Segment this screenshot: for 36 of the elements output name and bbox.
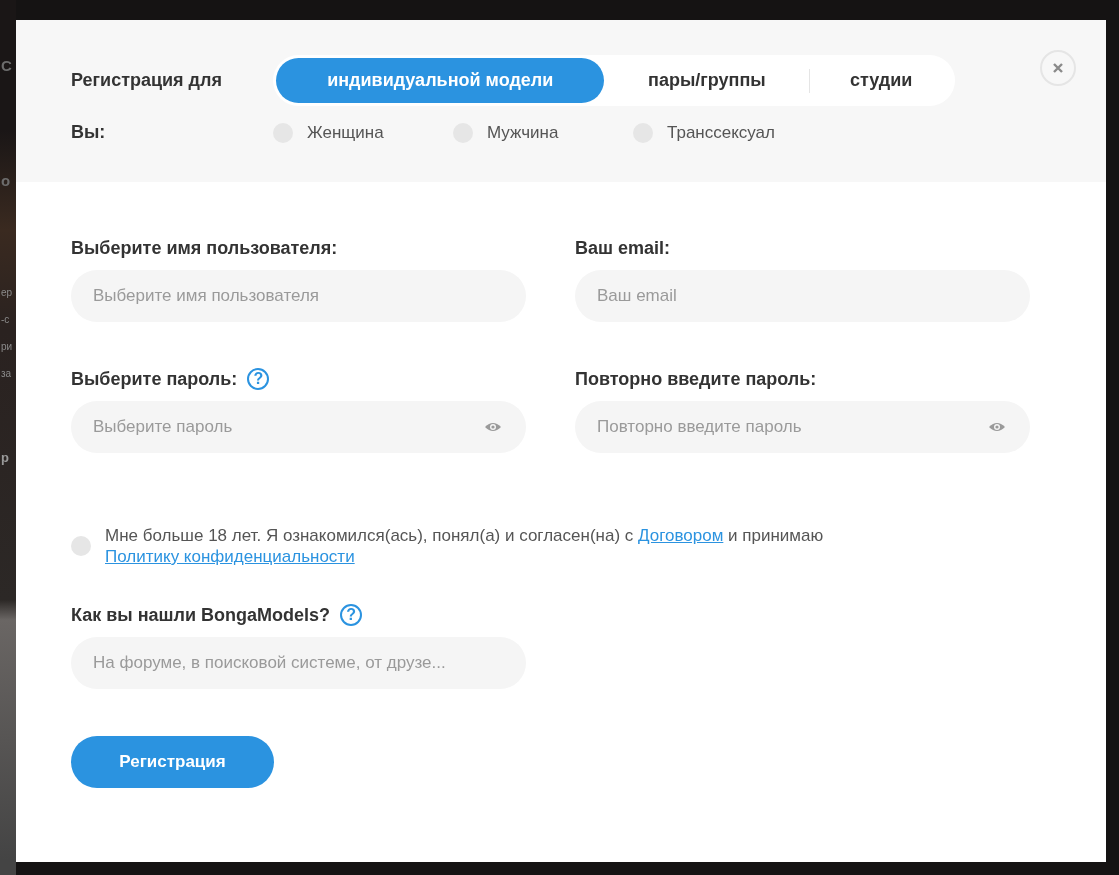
field-label: Регистрация для [71,70,223,91]
field-label: Вы: [71,122,107,143]
eye-icon[interactable] [988,420,1006,434]
input-field[interactable]: Повторно введите пароль [575,401,1030,453]
radio-label[interactable]: Транссексуал [667,122,775,143]
background-text: ри [1,342,14,352]
tab[interactable]: пары/группы [604,58,810,103]
background-text: за [1,369,13,379]
field-label: Как вы нашли BongaModels? [71,604,331,626]
input-field[interactable]: Ваш email [575,270,1030,322]
background-text: о [1,173,12,188]
help-button[interactable]: ? [340,604,363,626]
tab[interactable]: студии [810,58,952,103]
background-text: С [1,58,13,73]
link[interactable]: Политику конфиденциальности [105,547,355,566]
checkbox[interactable] [71,536,91,556]
input-field[interactable]: На форуме, в поисковой системе, от друзе... [71,637,526,689]
tab[interactable]: индивидуальной модели [276,58,605,103]
agreement-text: Мне больше 18 лет. Я ознакомился(ась), понял(а) и согласен(на) с Договором и принимаю Политику конфиденциальности [105,525,825,567]
close-button[interactable] [1040,50,1076,86]
input-field[interactable]: Выберите пароль [71,401,526,453]
field-label: Ваш email: [575,237,671,259]
radio-label[interactable]: Женщина [307,122,384,143]
background-text: р [1,451,10,464]
input-field[interactable]: Выберите имя пользователя [71,270,526,322]
background-text: ер [1,288,14,298]
field-label: Повторно введите пароль: [575,368,817,390]
register-button[interactable]: Регистрация [71,736,274,788]
field-label: Выберите пароль: [71,368,238,390]
help-button[interactable]: ? [247,368,270,390]
close-icon [1053,63,1063,73]
link[interactable]: Договором [638,526,724,545]
eye-icon[interactable] [484,420,502,434]
background-text: -с [1,315,11,325]
field-label: Выберите имя пользователя: [71,237,338,259]
radio-label[interactable]: Мужчина [487,122,559,143]
